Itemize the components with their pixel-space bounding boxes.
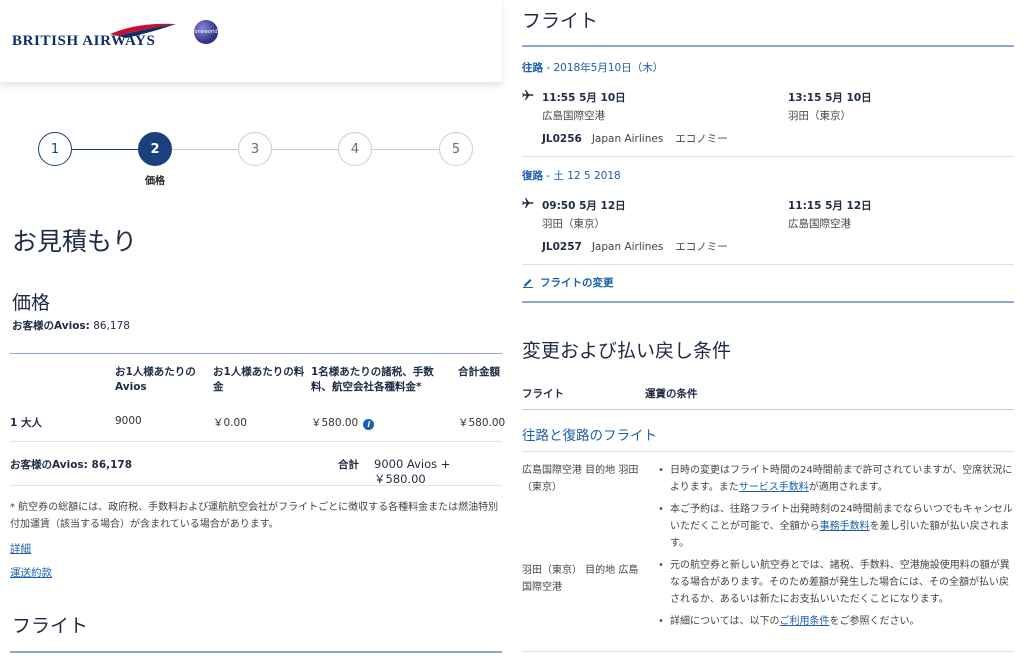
route-return: 羽田（東京） 目的地 広島国際空港 [522, 565, 639, 593]
section-rule [10, 651, 502, 653]
admin-fee-link[interactable]: 事務手数料 [820, 521, 870, 532]
outbound-departure-airport: 広島国際空港 [542, 110, 605, 122]
outbound-header: 往路 - 2018年5月10日（木） [522, 60, 663, 75]
return-cabin: エコノミー [675, 241, 728, 253]
return-arrival-time: 11:15 5月 12日 [788, 200, 872, 212]
list-item: 元の航空券と新しい航空券とでは、諸税、手数料、空港施設使用料の額が異なる場合があ… [658, 557, 1014, 608]
active-step-label: 価格 [145, 176, 165, 187]
condition-text: が適用されます。 [808, 482, 888, 493]
outbound-flight-number: JL0256 [542, 133, 582, 145]
cell-avios: 9000 [115, 415, 142, 427]
plane-icon [522, 90, 534, 100]
outbound-label: 往路 [522, 62, 543, 74]
return-flight-info: JL0257 Japan Airlines エコノミー [542, 239, 740, 254]
condition-text: 詳細については、以下の [670, 616, 780, 627]
flights-heading: フライト [522, 10, 599, 32]
footer-total-label: 合計 [338, 459, 359, 471]
outbound-departure-time: 11:55 5月 10日 [542, 92, 626, 104]
plane-icon [522, 198, 534, 208]
cell-taxes-value: ￥580.00 [311, 417, 359, 429]
leg-divider [522, 264, 1014, 265]
step-5: 5 [439, 132, 473, 166]
conditions-list: 日時の変更はフライト時間の24時間前まで許可されていますが、空席状況によります。… [658, 462, 1014, 635]
list-item: 本ご予約は、往路フライト出発時刻の24時間前までならいつでもキャンセルいただくこ… [658, 501, 1014, 552]
footer-avios-balance: お客様のAvios: 86,178 [10, 459, 133, 471]
table-bottom-divider [10, 485, 502, 486]
step-4: 4 [338, 132, 372, 166]
step-2: 2 [138, 132, 172, 166]
col-header-avios: お1人様あたりの Avios [115, 366, 196, 393]
outbound-carrier: Japan Airlines [591, 133, 664, 145]
price-footnote: * 航空券の総額には、政府税、手数料および運航航空会社がフライトごとに徴収する各… [10, 502, 499, 530]
table-top-rule [10, 353, 502, 354]
step-3: 3 [238, 132, 272, 166]
flight-section-heading: フライト [12, 615, 89, 637]
footer-total-value: 9000 Avios + ￥580.00 [374, 457, 451, 486]
conditions-header-rule [522, 409, 1014, 410]
col-header-fare-conditions: 運賃の条件 [645, 388, 698, 400]
cell-taxes: ￥580.00 i [311, 415, 375, 430]
conditions-sub-rule [522, 451, 1014, 452]
col-header-taxes: 1名様あたりの諸税、手数 料、航空会社各種料金* [311, 366, 434, 393]
leg-divider [522, 156, 1014, 157]
condition-text: 元の航空券と新しい航空券とでは、諸税、手数料、空港施設使用料の額が異なる場合があ… [670, 560, 1010, 605]
return-date: - 土 12 5 2018 [543, 170, 621, 182]
header-bar: BRITISH AIRWAYS oneworld [0, 0, 502, 82]
list-item: 詳細については、以下のご利用条件をご参照ください。 [658, 613, 1014, 630]
change-flight-link[interactable]: フライトの変更 [522, 275, 614, 290]
pencil-icon [523, 279, 533, 288]
return-label: 復路 [522, 170, 543, 182]
conditions-of-carriage-link[interactable]: 運送約款 [10, 565, 52, 580]
return-flight-number: JL0257 [542, 241, 582, 253]
return-carrier: Japan Airlines [591, 241, 664, 253]
flights-rule [522, 45, 1014, 47]
flights-bottom-rule [522, 301, 1014, 303]
outbound-cabin: エコノミー [675, 133, 728, 145]
details-link[interactable]: 詳細 [10, 541, 31, 556]
info-icon[interactable]: i [363, 419, 375, 430]
conditions-subheading: 往路と復路のフライト [522, 428, 657, 444]
col-header-total: 合計金額 [458, 366, 500, 378]
change-flight-label: フライトの変更 [540, 277, 614, 289]
return-departure-airport: 羽田（東京） [542, 218, 605, 230]
left-panel: BRITISH AIRWAYS oneworld 1 2 3 4 5 価格 お見… [0, 0, 512, 666]
list-item: 日時の変更はフライト時間の24時間前まで許可されていますが、空席状況によります。… [658, 462, 1014, 496]
price-heading: 価格 [12, 292, 51, 314]
avios-balance: お客様のAvios: 86,178 [12, 318, 130, 333]
route-outbound: 広島国際空港 目的地 羽田（東京） [522, 465, 639, 493]
return-arrival-airport: 広島国際空港 [788, 218, 851, 230]
conditions-bottom-rule [522, 651, 1014, 652]
col-header-flight: フライト [522, 388, 564, 400]
terms-link[interactable]: ご利用条件 [780, 616, 830, 627]
avios-balance-value: 86,178 [93, 320, 130, 332]
step-1[interactable]: 1 [38, 132, 72, 166]
table-row-divider [10, 441, 502, 442]
service-fee-link[interactable]: サービス手数料 [739, 482, 809, 493]
outbound-arrival-time: 13:15 5月 10日 [788, 92, 872, 104]
cell-total: ￥580.00 [458, 417, 506, 429]
outbound-flight-info: JL0256 Japan Airlines エコノミー [542, 131, 740, 146]
speedmarque-icon [110, 23, 176, 38]
outbound-arrival-airport: 羽田（東京） [788, 110, 851, 122]
avios-balance-label: お客様のAvios: [12, 320, 90, 332]
cell-fare: ￥0.00 [213, 417, 247, 429]
oneworld-logo: oneworld [194, 20, 218, 44]
return-header: 復路 - 土 12 5 2018 [522, 168, 621, 183]
conditions-heading: 変更および払い戻し条件 [522, 340, 732, 362]
price-table: お1人様あたりの Avios お1人様あたりの料 金 1名様あたりの諸税、手数 … [10, 353, 505, 486]
page-title: お見積もり [12, 227, 138, 256]
col-header-fare: お1人様あたりの料 金 [213, 366, 305, 393]
outbound-date: - 2018年5月10日（木） [543, 62, 664, 74]
return-departure-time: 09:50 5月 12日 [542, 200, 626, 212]
cell-pax: 1 大人 [10, 417, 42, 429]
right-panel: フライト 往路 - 2018年5月10日（木） 11:55 5月 10日 広島国… [512, 0, 1024, 666]
condition-text: をご参照ください。 [829, 616, 920, 627]
progress-stepper: 1 2 3 4 5 価格 [38, 132, 474, 192]
